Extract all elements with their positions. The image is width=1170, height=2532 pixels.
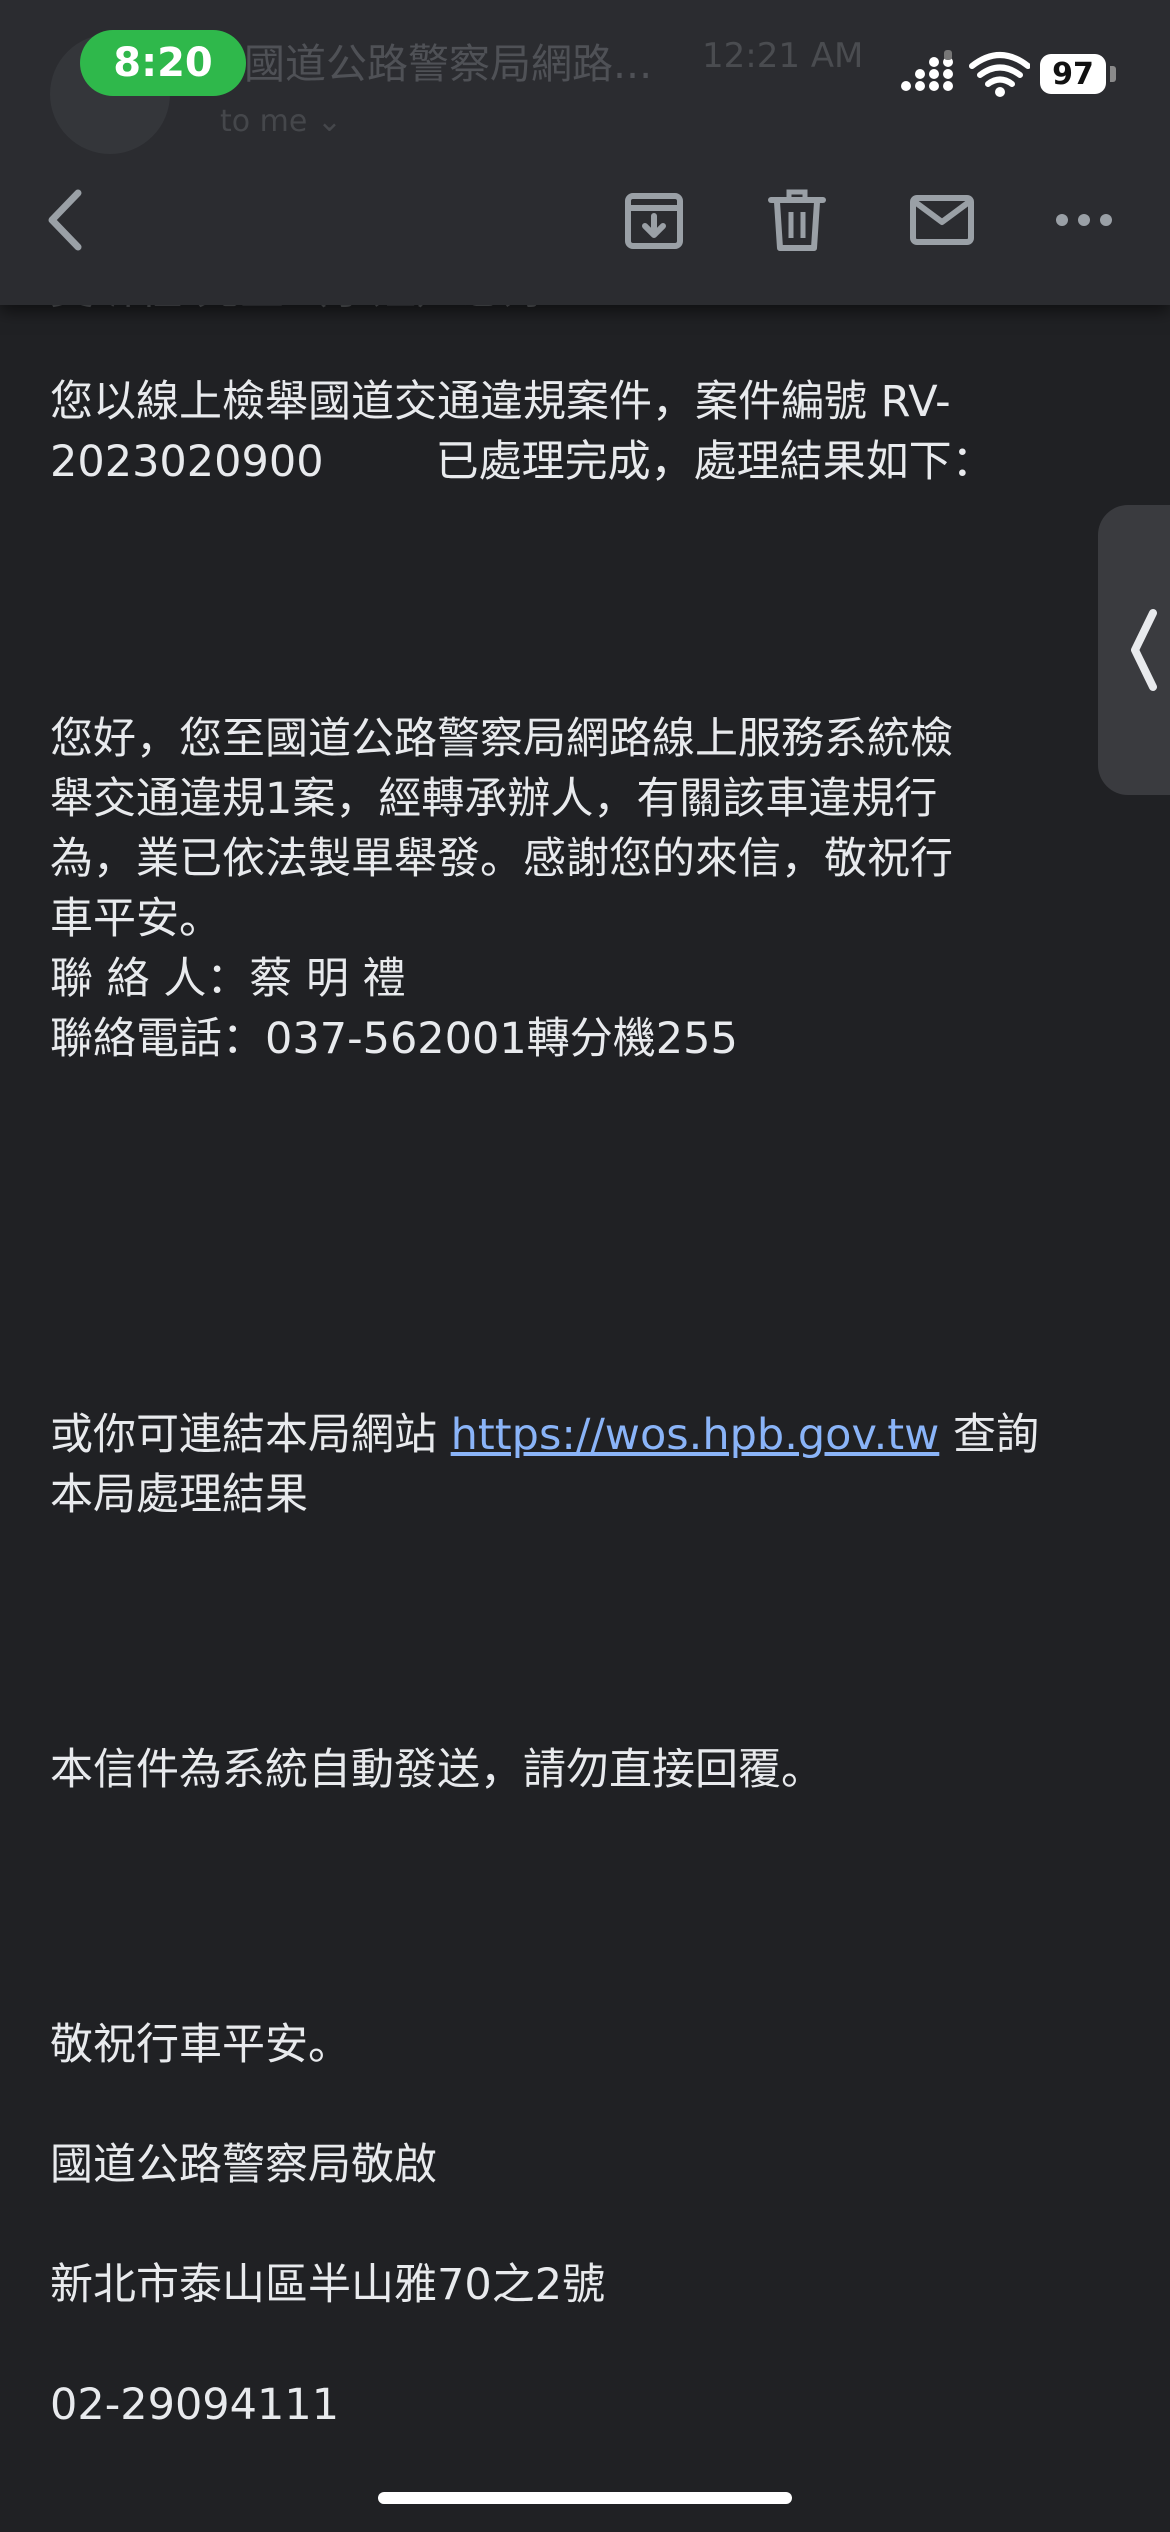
- wifi-icon: [969, 52, 1030, 87]
- cellular-signal-icon: [901, 50, 953, 91]
- home-indicator[interactable]: [378, 2492, 792, 2504]
- battery-icon: 97: [1040, 54, 1106, 94]
- reply-line: 您好，您至國道公路警察局網路線上服務系統檢: [50, 714, 953, 764]
- signature-text: 國道公路警察局敬啟: [50, 2140, 437, 2190]
- delete-button[interactable]: [757, 180, 837, 260]
- battery-tip: [1110, 66, 1116, 82]
- contact-phone: 聯絡電話：037-562001轉分機255: [50, 1014, 738, 1064]
- back-button[interactable]: [26, 180, 106, 260]
- archive-button[interactable]: [614, 180, 694, 260]
- archive-icon: [625, 193, 683, 249]
- case-number-partial: 2023020900: [50, 437, 324, 487]
- processing-complete-text: 已處理完成，處理結果如下：: [435, 437, 995, 487]
- email-subject: 國道公路警察局網路...: [244, 40, 653, 88]
- auto-notice: 本信件為系統自動發送，請勿直接回覆。: [50, 1745, 824, 1795]
- reply-line: 舉交通違規1案，經轉承辦人，有關該車違規行: [50, 774, 938, 824]
- more-button[interactable]: [1044, 180, 1124, 260]
- recipient-label: to me ⌄: [220, 104, 343, 139]
- reply-paragraph: 您好，您至國道公路警察局網路線上服務系統檢 舉交通違規1案，經轉承辦人，有關該車…: [50, 709, 953, 1069]
- closing-text: 敬祝行車平安。: [50, 2020, 351, 2070]
- link-paragraph: 或你可連結本局網站 https://wos.hpb.gov.tw 查詢 本局處理…: [50, 1405, 1039, 1525]
- more-icon: [1056, 214, 1112, 226]
- link-line: 或你可連結本局網站 https://wos.hpb.gov.tw 查詢: [50, 1405, 1039, 1465]
- email-toolbar: 國道公路警察局網路... 12:21 AM to me ⌄ 8:20 97: [0, 0, 1170, 305]
- reply-line: 為，業已依法製單舉發。感謝您的來信，敬祝行: [50, 834, 953, 884]
- trash-icon: [768, 189, 826, 251]
- website-link[interactable]: https://wos.hpb.gov.tw: [451, 1410, 940, 1460]
- link-line-2: 本局處理結果: [50, 1470, 308, 1520]
- signal-wifi-icons: [901, 50, 1030, 97]
- email-screen: 吳昕程 先生（小姐）您好： 國道公路警察局網路... 12:21 AM to m…: [0, 0, 1170, 2532]
- contact-person: 聯 絡 人：蔡 明 禮: [50, 954, 406, 1004]
- body-line-case: 您以線上檢舉國道交通違規案件，案件編號 RV-: [50, 377, 951, 427]
- phone-text: 02-29094111: [50, 2380, 340, 2430]
- address-text: 新北市泰山區半山雅70之2號: [50, 2260, 606, 2310]
- chevron-left-icon: [1131, 609, 1157, 691]
- status-time: 8:20: [80, 30, 246, 96]
- body-line-case-number: 2023020900 已處理完成，處理結果如下：: [50, 432, 995, 492]
- mark-unread-button[interactable]: [902, 180, 982, 260]
- back-icon: [48, 189, 82, 251]
- email-timestamp: 12:21 AM: [702, 36, 864, 76]
- link-prefix: 或你可連結本局網站: [50, 1410, 451, 1460]
- reply-line: 車平安。: [50, 894, 222, 944]
- side-panel-tab[interactable]: [1098, 505, 1170, 795]
- mail-icon: [910, 195, 974, 245]
- link-suffix: 查詢: [939, 1410, 1039, 1460]
